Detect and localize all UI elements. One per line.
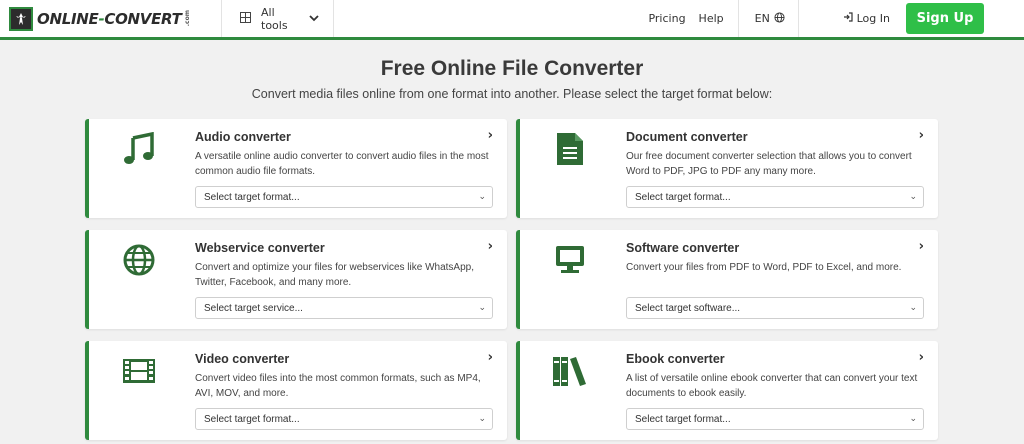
login-link[interactable]: Log In [799,0,906,37]
card-software-converter[interactable]: Software converter Convert your files fr… [516,230,938,329]
all-tools-menu[interactable]: All tools [222,0,334,37]
logo-text: ONLINE-CONVERT [37,9,182,28]
grid-icon [240,11,251,26]
select-value: Select target format... [635,414,731,425]
chevron-down-icon: ⌄ [909,302,917,312]
card-video-converter[interactable]: Video converter Convert video files into… [85,341,507,440]
pricing-link[interactable]: Pricing [648,12,685,25]
card-description: Convert video files into the most common… [195,373,481,399]
card-webservice-converter[interactable]: Webservice converter Convert and optimiz… [85,230,507,329]
target-format-select[interactable]: Select target format... ⌄ [195,186,493,208]
card-audio-converter[interactable]: Audio converter A versatile online audio… [85,119,507,218]
chevron-right-icon[interactable]: › [488,128,493,143]
page-subtitle: Convert media files online from one form… [251,87,773,101]
select-value: Select target software... [635,303,741,314]
card-description: Convert your files from PDF to Word, PDF… [626,262,902,273]
page-title: Free Online File Converter [380,57,644,80]
sign-up-button[interactable]: Sign Up [906,3,984,34]
select-value: Select target format... [204,414,300,425]
card-title: Video converter [195,352,290,366]
card-title: Software converter [626,241,740,255]
chevron-right-icon[interactable]: › [919,239,924,254]
card-ebook-converter[interactable]: Ebook converter A list of versatile onli… [516,341,938,440]
chevron-down-icon: ⌄ [909,191,917,201]
help-link[interactable]: Help [699,12,724,25]
logo-com: .com [183,10,191,27]
card-document-converter[interactable]: Document converter Our free document con… [516,119,938,218]
chevron-right-icon[interactable]: › [919,128,924,143]
music-note-icon [119,129,159,169]
chevron-down-icon: ⌄ [478,413,486,423]
card-description: Convert and optimize your files for webs… [195,262,475,288]
chevron-down-icon: ⌄ [478,191,486,201]
card-description: A versatile online audio converter to co… [195,151,489,177]
select-value: Select target format... [204,192,300,203]
card-title: Document converter [626,130,748,144]
chevron-down-icon [309,12,319,25]
top-navbar: ONLINE-CONVERT .com All tools Pricing He… [0,0,1024,40]
globe-icon [774,11,785,26]
target-format-select[interactable]: Select target format... ⌄ [626,408,924,430]
login-label: Log In [856,12,890,25]
chevron-right-icon[interactable]: › [488,350,493,365]
books-icon [550,351,590,391]
chevron-right-icon[interactable]: › [919,350,924,365]
card-title: Ebook converter [626,352,725,366]
target-format-select[interactable]: Select target format... ⌄ [626,186,924,208]
card-description: A list of versatile online ebook convert… [626,373,918,399]
chevron-right-icon[interactable]: › [488,239,493,254]
card-title: Audio converter [195,130,291,144]
select-value: Select target service... [204,303,303,314]
globe-icon [119,240,159,280]
language-label: EN [754,12,770,25]
logo[interactable]: ONLINE-CONVERT .com [0,0,222,37]
card-title: Webservice converter [195,241,325,255]
target-format-select[interactable]: Select target format... ⌄ [195,408,493,430]
login-arrow-icon [843,12,853,25]
card-description: Our free document converter selection th… [626,151,912,177]
language-selector[interactable]: EN [739,0,799,37]
film-icon [119,351,159,391]
desktop-icon [550,240,590,280]
logo-mark-icon [9,6,33,31]
document-icon [550,129,590,169]
nav-links: Pricing Help [635,0,739,37]
chevron-down-icon: ⌄ [478,302,486,312]
target-software-select[interactable]: Select target software... ⌄ [626,297,924,319]
target-service-select[interactable]: Select target service... ⌄ [195,297,493,319]
chevron-down-icon: ⌄ [909,413,917,423]
select-value: Select target format... [635,192,731,203]
all-tools-label: All tools [261,5,288,32]
